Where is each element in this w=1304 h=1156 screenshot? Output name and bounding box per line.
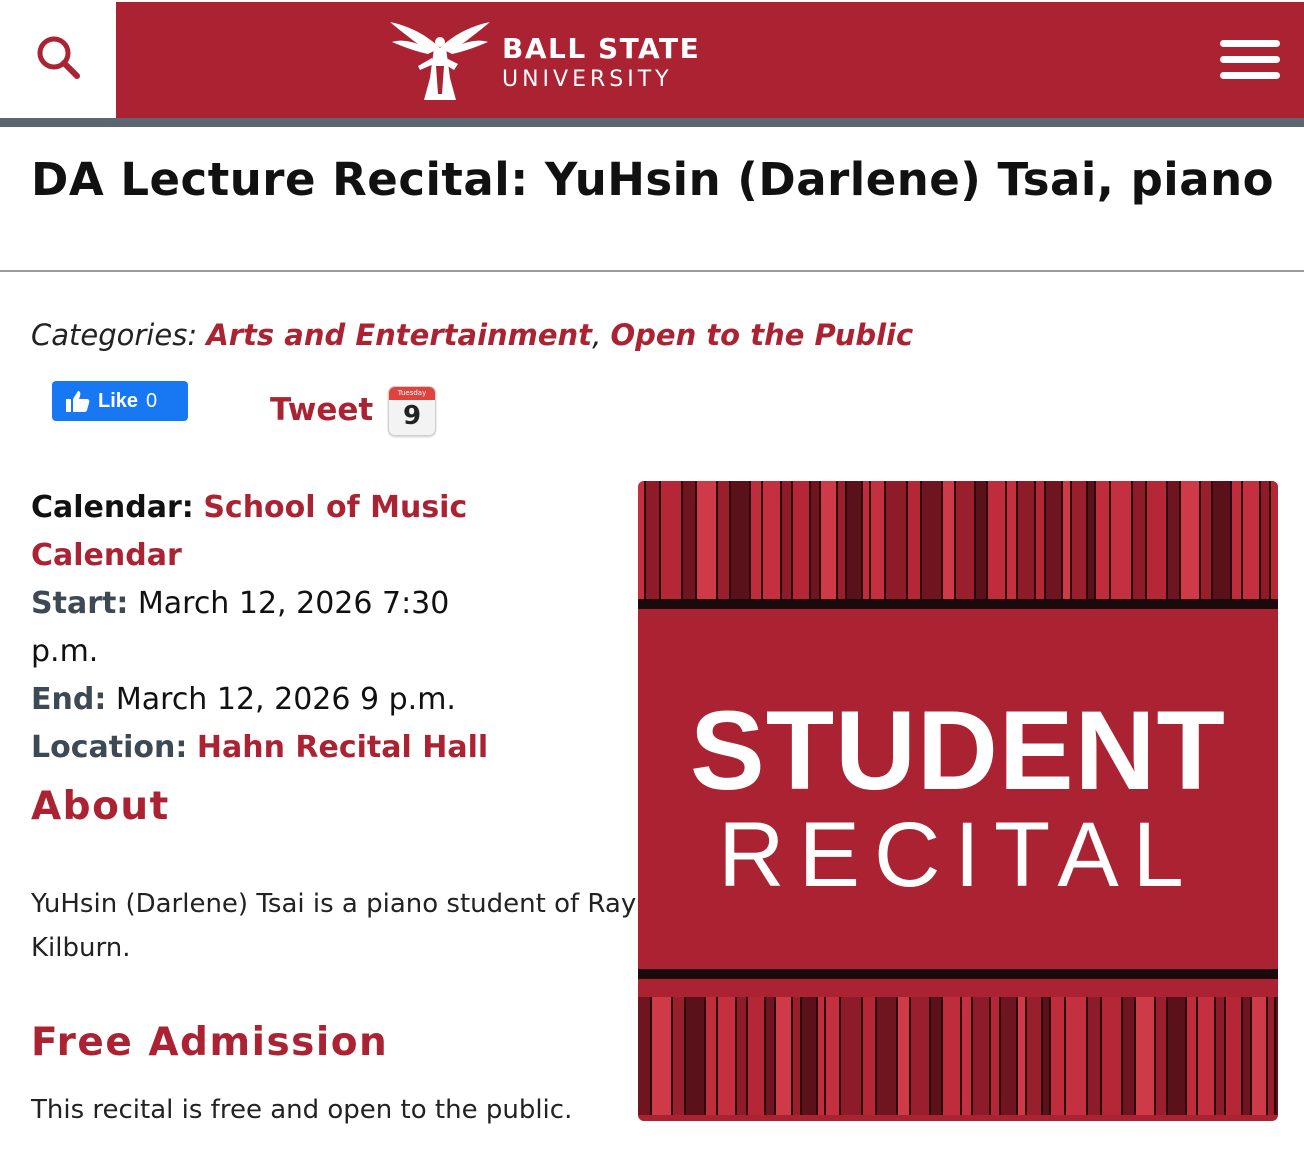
end-row: End: March 12, 2026 9 p.m. [31,676,511,724]
calendar-month: Tuesday [389,387,435,400]
calendar-row: Calendar: School of Music Calendar [31,484,511,580]
logo-line-2: UNIVERSITY [502,67,673,92]
hamburger-menu-icon [1220,40,1280,47]
image-line-2: RECITAL [718,804,1198,906]
student-recital-image: STUDENT RECITAL [638,481,1278,1121]
location-label: Location: [31,730,188,765]
search-icon [34,33,82,85]
image-line-1: STUDENT [690,688,1226,813]
start-label: Start: [31,586,129,621]
tweet-button[interactable]: Tweet [270,392,373,428]
categories: Categories: Arts and Entertainment, Open… [31,318,914,352]
search-button[interactable] [0,0,116,118]
add-to-calendar-icon[interactable]: Tuesday 9 [388,386,436,436]
calendar-label: Calendar: [31,490,194,525]
category-link-open-to-public[interactable]: Open to the Public [611,318,914,352]
title-divider [0,270,1304,272]
thumbs-up-icon [66,390,90,412]
page-title: DA Lecture Recital: YuHsin (Darlene) Tsa… [31,153,1275,206]
categories-label: Categories: [31,318,198,352]
logo-line-1: BALL STATE [502,32,701,65]
piano-keys-bottom-graphic [638,997,1278,1115]
beneficence-statue-icon [388,18,492,108]
calendar-day: 9 [402,401,422,431]
start-row: Start: March 12, 2026 7:30 p.m. [31,580,511,676]
header-bar [116,2,1304,118]
event-details: Calendar: School of Music Calendar Start… [31,484,511,772]
about-text: YuHsin (Darlene) Tsai is a piano student… [31,889,637,963]
location-link[interactable]: Hahn Recital Hall [197,730,488,765]
end-label: End: [31,682,107,717]
site-header: BALL STATE UNIVERSITY [0,0,1304,118]
like-label: Like [98,389,139,412]
facebook-like-button[interactable]: Like 0 [52,381,188,421]
header-divider [0,118,1304,127]
location-row: Location: Hahn Recital Hall [31,724,511,772]
category-link-arts[interactable]: Arts and Entertainment [206,318,592,352]
admission-heading: Free Admission [31,1020,389,1065]
end-value: March 12, 2026 9 p.m. [115,682,456,717]
menu-button[interactable] [1220,40,1280,80]
about-heading: About [31,784,170,829]
admission-text: This recital is free and open to the pub… [31,1095,573,1125]
university-logo[interactable]: BALL STATE UNIVERSITY [388,18,700,108]
like-count: 0 [146,389,158,412]
piano-keys-top-graphic [638,481,1278,599]
